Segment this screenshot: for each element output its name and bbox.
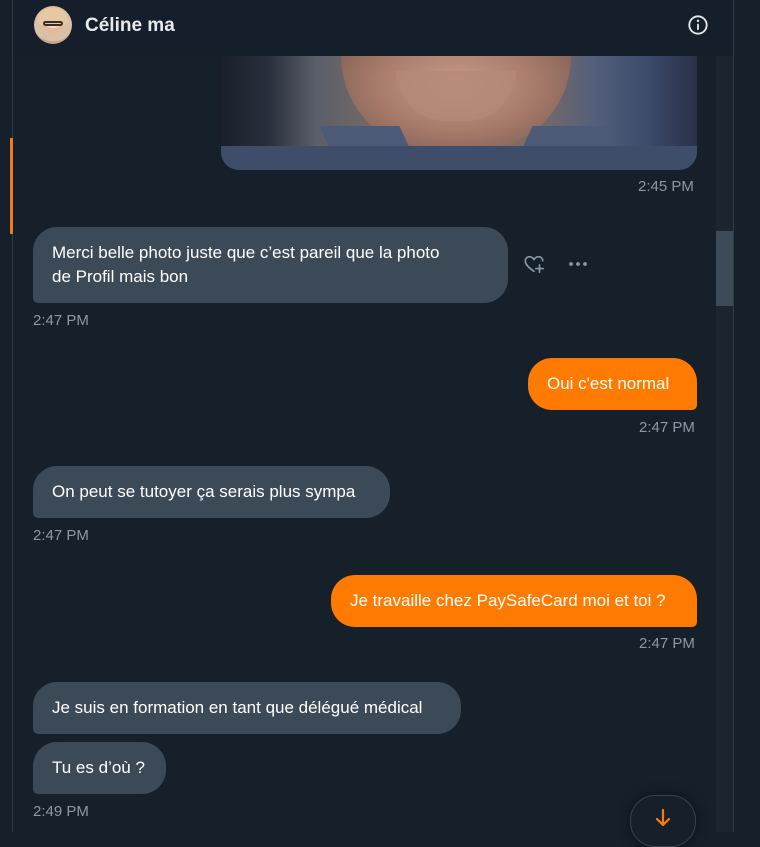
right-rail [733,0,760,832]
message-line: Merci belle photo juste que c’est pareil… [52,243,440,262]
message-timestamp: 2:49 PM [33,803,89,820]
message-timestamp: 2:47 PM [639,419,695,436]
outgoing-message[interactable]: Oui c'est normal [528,358,697,410]
conversation-header: Céline ma [13,0,733,54]
avatar[interactable] [34,6,72,44]
outgoing-message[interactable]: Je travaille chez PaySafeCard moi et toi… [331,575,697,627]
sent-photo[interactable] [221,56,697,170]
scrollbar-thumb[interactable] [716,231,733,306]
arrow-down-icon [655,808,671,827]
scrollbar-track[interactable] [716,56,733,832]
message-line: de Profil mais bon [52,267,189,286]
message-timestamp: 2:47 PM [33,527,89,544]
incoming-message[interactable]: Je suis en formation en tant que délégué… [33,682,461,734]
info-icon[interactable] [687,14,709,36]
heart-plus-icon[interactable] [523,253,545,275]
incoming-message[interactable]: Merci belle photo juste que c’est pareil… [33,227,508,303]
left-rail [0,0,13,832]
more-icon[interactable] [567,254,589,274]
message-timestamp: 2:47 PM [33,312,89,329]
incoming-message[interactable]: On peut se tutoyer ça serais plus sympa [33,466,390,518]
scroll-to-bottom-button[interactable] [630,795,696,847]
message-timestamp: 2:47 PM [639,635,695,652]
incoming-message[interactable]: Tu es d’où ? [33,742,166,794]
contact-name[interactable]: Céline ma [85,15,175,37]
message-timestamp: 2:45 PM [638,178,694,195]
